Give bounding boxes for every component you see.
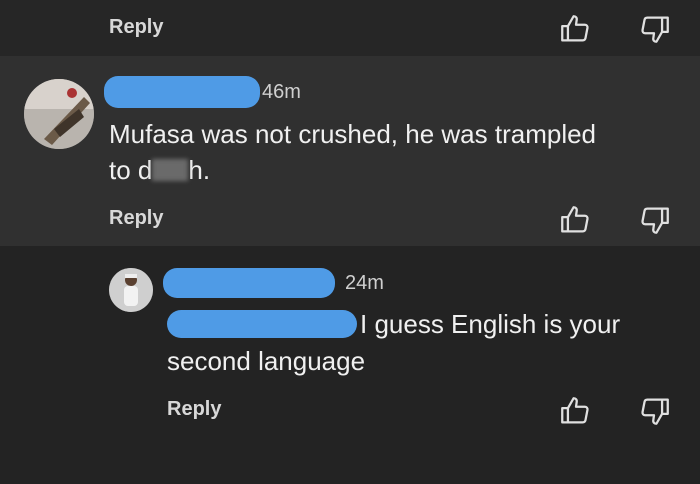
thumbs-up-icon[interactable]	[558, 203, 592, 237]
redacted-mention	[167, 310, 357, 338]
comment-text-line1: Mufasa was not crushed, he was trampled	[109, 119, 597, 149]
reply-text-line2: second language	[167, 346, 366, 376]
thumbs-up-icon[interactable]	[558, 12, 592, 46]
comment-timestamp: 24m	[345, 272, 384, 294]
thumbs-up-icon[interactable]	[558, 394, 592, 428]
avatar[interactable]	[109, 268, 153, 312]
thumbs-down-icon[interactable]	[638, 203, 672, 237]
comment-text-line2-start: to d	[109, 155, 153, 185]
reply-text-line1: I guess English is your	[360, 309, 621, 339]
reply-button[interactable]: Reply	[167, 398, 221, 421]
comment-timestamp: 46m	[262, 81, 301, 103]
comment-text: Mufasa was not crushed, he was trampled …	[109, 116, 689, 188]
reply-button[interactable]: Reply	[109, 16, 163, 39]
redacted-username	[104, 76, 260, 108]
censored-word	[152, 159, 189, 181]
thumbs-down-icon[interactable]	[638, 394, 672, 428]
reply-button[interactable]: Reply	[109, 207, 163, 230]
comment-text-line2-end: h.	[188, 155, 211, 185]
avatar[interactable]	[24, 79, 94, 149]
thumbs-down-icon[interactable]	[638, 12, 672, 46]
redacted-username	[163, 268, 335, 298]
top-comment-actions-bar	[0, 0, 700, 56]
